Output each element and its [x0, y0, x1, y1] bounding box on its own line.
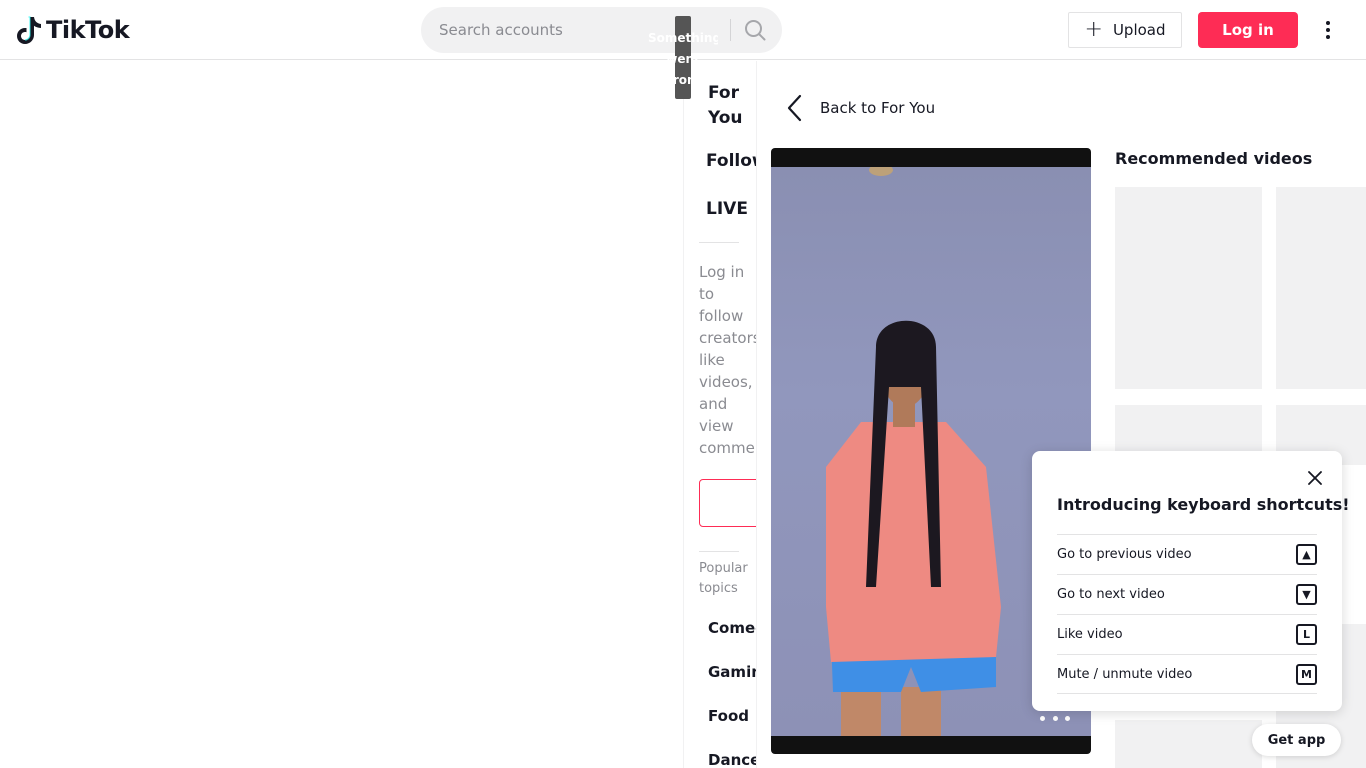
- dot: [1052, 715, 1058, 721]
- upload-label: Upload: [1112, 21, 1166, 39]
- search-bar: [421, 7, 782, 53]
- back-link-label: Back to For You: [820, 99, 936, 117]
- vertical-dots-icon: [1326, 21, 1330, 39]
- shortcut-row: Go to previous video ▲: [1057, 534, 1317, 574]
- get-app-button[interactable]: Get app: [1252, 724, 1341, 756]
- shortcut-label: Like video: [1057, 627, 1123, 642]
- more-options-button[interactable]: [1316, 18, 1340, 42]
- video-more-options-button[interactable]: [1040, 710, 1070, 726]
- recommended-videos-title: Recommended videos: [1115, 149, 1313, 168]
- popular-topics-title: Popular topics: [699, 561, 748, 596]
- login-prompt-text: Log in to follow creators, like videos, …: [699, 263, 756, 457]
- key-down-icon: ▼: [1296, 584, 1317, 605]
- shortcut-row: Mute / unmute video M: [1057, 654, 1317, 694]
- shortcut-label: Go to previous video: [1057, 547, 1192, 562]
- back-to-for-you-link[interactable]: Back to For You: [786, 94, 935, 122]
- nav-divider: [699, 551, 739, 552]
- dot: [1040, 715, 1045, 721]
- shortcuts-title: Introducing keyboard shortcuts!: [1057, 495, 1350, 514]
- logo-text: TikTok: [46, 16, 130, 44]
- upload-button[interactable]: + Upload: [1068, 12, 1182, 48]
- topic-gaming[interactable]: Gaming: [708, 663, 756, 681]
- plus-icon: +: [1084, 17, 1103, 42]
- key-l-icon: L: [1296, 624, 1317, 645]
- key-m-icon: M: [1296, 663, 1317, 685]
- dot: [1065, 715, 1070, 721]
- close-button[interactable]: [1304, 467, 1326, 489]
- login-button[interactable]: Log in: [1198, 12, 1298, 48]
- search-icon: [745, 20, 766, 41]
- keyboard-shortcuts-popup: Introducing keyboard shortcuts! Go to pr…: [1032, 451, 1350, 711]
- tiktok-note-icon: [17, 16, 41, 44]
- key-up-icon: ▲: [1296, 544, 1317, 565]
- side-login-button[interactable]: [699, 479, 756, 527]
- nav-item-live[interactable]: LIVE: [706, 199, 748, 219]
- recommended-video-card[interactable]: [1115, 187, 1262, 389]
- recommended-video-card[interactable]: [1276, 187, 1366, 389]
- shortcut-label: Go to next video: [1057, 587, 1165, 602]
- shortcut-row: Like video L: [1057, 614, 1317, 654]
- tiktok-logo[interactable]: TikTok: [16, 14, 130, 46]
- side-navigation: For You Following LIVE Log in to follow …: [683, 61, 757, 768]
- topic-comedy[interactable]: Comedy: [708, 619, 756, 637]
- topic-dance[interactable]: Dance: [708, 751, 756, 768]
- nav-item-following[interactable]: Following: [706, 151, 756, 171]
- chevron-left-icon: [787, 94, 802, 122]
- close-icon: [1308, 471, 1322, 485]
- error-tooltip-text: Something went wrong: [648, 31, 718, 87]
- search-divider: [730, 19, 731, 41]
- recommended-video-card[interactable]: [1115, 720, 1262, 768]
- search-button[interactable]: [737, 13, 773, 47]
- nav-divider: [699, 242, 739, 243]
- topic-food[interactable]: Food: [708, 707, 749, 725]
- shortcut-row: Go to next video ▼: [1057, 574, 1317, 614]
- shortcut-label: Mute / unmute video: [1057, 666, 1193, 682]
